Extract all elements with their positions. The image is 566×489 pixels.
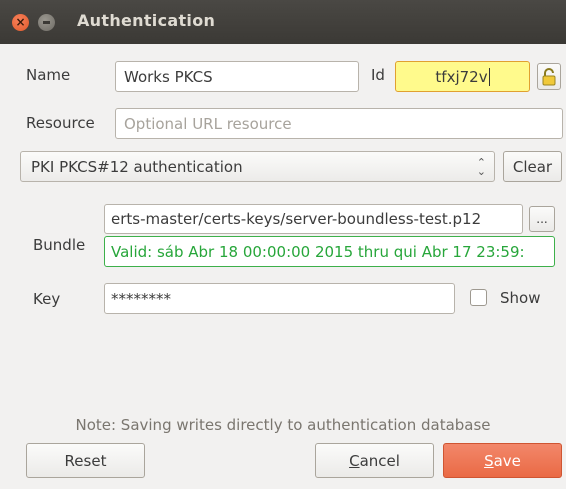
show-label: Show [500, 289, 541, 307]
id-value: tfxj72v [435, 67, 488, 86]
window-titlebar: × Authentication [0, 0, 566, 44]
validity-text: Valid: sáb Abr 18 00:00:00 2015 thru qui… [111, 242, 525, 261]
name-value: Works PKCS [124, 67, 213, 86]
resource-label: Resource [26, 114, 95, 132]
cancel-label: Cancel [349, 451, 400, 470]
bundle-path-value: erts-master/certs-keys/server-boundless-… [111, 210, 482, 228]
browse-button[interactable]: ... [529, 206, 555, 232]
save-label: Save [484, 451, 521, 470]
key-input[interactable]: ******** [104, 283, 455, 314]
save-note: Note: Saving writes directly to authenti… [75, 416, 491, 434]
close-icon[interactable]: × [12, 14, 29, 31]
lock-button[interactable] [537, 63, 561, 90]
show-checkbox[interactable] [470, 289, 487, 306]
reset-button[interactable]: Reset [26, 443, 145, 478]
name-input[interactable]: Works PKCS [115, 61, 359, 92]
id-label: Id [371, 66, 385, 84]
window-title: Authentication [77, 11, 216, 30]
browse-label: ... [536, 212, 548, 226]
clear-label: Clear [512, 157, 553, 176]
save-button[interactable]: Save [443, 443, 562, 478]
validity-field: Valid: sáb Abr 18 00:00:00 2015 thru qui… [104, 236, 555, 267]
bundle-label: Bundle [33, 236, 86, 254]
id-input[interactable]: tfxj72v [395, 61, 530, 92]
updown-chevron-icon: ⌃ ⌄ [476, 155, 486, 178]
reset-label: Reset [64, 451, 107, 470]
key-value: ******** [111, 289, 171, 308]
unlock-icon [542, 67, 556, 85]
clear-button[interactable]: Clear [503, 151, 562, 182]
bundle-path-input[interactable]: erts-master/certs-keys/server-boundless-… [104, 204, 523, 234]
name-label: Name [26, 66, 71, 84]
auth-method-value: PKI PKCS#12 authentication [31, 157, 243, 176]
key-label: Key [33, 290, 61, 308]
resource-input[interactable]: Optional URL resource [115, 108, 563, 139]
cancel-button[interactable]: Cancel [315, 443, 434, 478]
minimize-icon[interactable] [38, 14, 55, 31]
text-cursor [488, 67, 490, 86]
auth-method-select[interactable]: PKI PKCS#12 authentication ⌃ ⌄ [20, 151, 495, 182]
resource-placeholder: Optional URL resource [124, 114, 292, 133]
